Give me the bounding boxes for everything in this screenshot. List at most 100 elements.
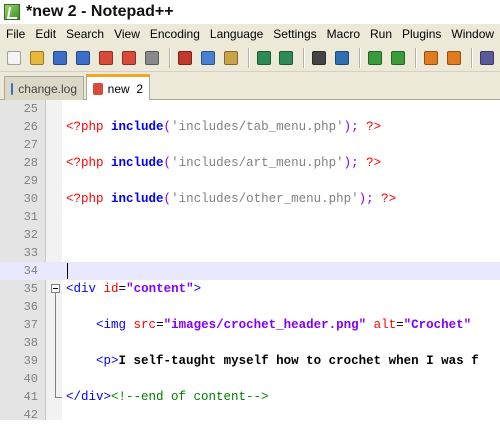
toolbar-separator	[168, 47, 171, 68]
save-all-button[interactable]	[73, 48, 93, 68]
undo-icon	[256, 50, 271, 65]
code-line[interactable]: 33	[0, 244, 500, 262]
toolbar-separator	[471, 47, 474, 68]
redo-icon	[279, 50, 294, 65]
tab-label: new 2	[107, 82, 143, 96]
toolbar-separator	[415, 47, 418, 68]
menu-bar: File Edit Search View Encoding Language …	[0, 24, 500, 44]
close-all-button[interactable]	[119, 48, 139, 68]
menu-window[interactable]: Window	[446, 24, 499, 44]
line-number: 31	[23, 210, 38, 224]
menu-view[interactable]: View	[109, 24, 145, 44]
toolbar-separator	[247, 47, 250, 68]
menu-edit[interactable]: Edit	[30, 24, 61, 44]
code-line[interactable]: 31	[0, 208, 500, 226]
line-number: 27	[23, 138, 38, 152]
code-line[interactable]: 27	[0, 136, 500, 154]
code-line[interactable]: 29	[0, 172, 500, 190]
tab-change-log[interactable]: change.log	[4, 76, 84, 100]
cut-icon	[177, 50, 192, 65]
print-button[interactable]	[142, 48, 162, 68]
code-text: <?php include('includes/art_menu.php'); …	[66, 156, 382, 170]
window-title: *new 2 - Notepad++	[26, 3, 174, 20]
line-number: 29	[23, 174, 38, 188]
line-number: 37	[23, 318, 38, 332]
line-number: 35	[23, 282, 38, 296]
wrap-icon	[480, 50, 495, 65]
wrap-button[interactable]	[477, 48, 497, 68]
sync-v-button[interactable]	[421, 48, 441, 68]
code-line[interactable]: 38	[0, 334, 500, 352]
menu-language[interactable]: Language	[205, 24, 268, 44]
line-number: 26	[23, 120, 38, 134]
code-line[interactable]: 39 <p>I self-taught myself how to croche…	[0, 352, 500, 370]
code-text: </div><!--end of content-->	[66, 390, 269, 404]
paste-icon	[223, 50, 238, 65]
line-number: 28	[23, 156, 38, 170]
code-line[interactable]: 42	[0, 406, 500, 424]
code-text: <?php include('includes/other_menu.php')…	[66, 192, 397, 206]
tab-new-2[interactable]: new 2	[86, 74, 150, 101]
close-all-icon	[121, 50, 136, 65]
tab-label: change.log	[18, 81, 77, 96]
fold-end-marker	[55, 397, 62, 398]
menu-settings[interactable]: Settings	[268, 24, 321, 44]
redo-button[interactable]	[276, 48, 296, 68]
toolbar-separator	[359, 47, 362, 68]
code-editor[interactable]: 25 26 <?php include('includes/tab_menu.php…	[0, 100, 500, 422]
code-line[interactable]: 34	[0, 262, 500, 280]
menu-plugins[interactable]: Plugins	[397, 24, 446, 44]
save-icon	[52, 50, 67, 65]
close-button[interactable]	[96, 48, 116, 68]
zoom-out-button[interactable]	[388, 48, 408, 68]
code-line[interactable]: 41 </div><!--end of content-->	[0, 388, 500, 406]
tab-bar: change.log new 2	[0, 72, 500, 101]
code-line[interactable]: 30 <?php include('includes/other_menu.php…	[0, 190, 500, 208]
zoom-in-button[interactable]	[365, 48, 385, 68]
zoom-out-icon	[391, 50, 406, 65]
sync-h-button[interactable]	[444, 48, 464, 68]
fold-guide-line	[55, 293, 56, 397]
code-line[interactable]: 25	[0, 100, 500, 118]
copy-icon	[200, 50, 215, 65]
sync-h-icon	[447, 50, 462, 65]
line-number: 39	[23, 354, 38, 368]
saved-file-icon	[11, 82, 14, 95]
new-file-button[interactable]	[4, 48, 24, 68]
code-text: <div id="content">	[66, 282, 202, 296]
open-file-button[interactable]	[27, 48, 47, 68]
fold-collapse-icon[interactable]	[51, 284, 60, 293]
line-number: 34	[23, 264, 38, 278]
copy-button[interactable]	[198, 48, 218, 68]
new-file-icon	[6, 50, 21, 65]
code-line[interactable]: 37 <img src="images/crochet_header.png" …	[0, 316, 500, 334]
toolbar	[0, 44, 500, 72]
line-number: 42	[23, 408, 38, 422]
code-line[interactable]: 40	[0, 370, 500, 388]
code-text: <p>I self-taught myself how to crochet w…	[96, 354, 479, 368]
save-all-icon	[75, 50, 90, 65]
undo-button[interactable]	[254, 48, 274, 68]
line-number: 40	[23, 372, 38, 386]
menu-encoding[interactable]: Encoding	[145, 24, 205, 44]
zoom-in-icon	[368, 50, 383, 65]
menu-file[interactable]: File	[0, 24, 30, 44]
replace-button[interactable]	[332, 48, 352, 68]
save-button[interactable]	[50, 48, 70, 68]
line-number: 41	[23, 390, 38, 404]
paste-button[interactable]	[221, 48, 241, 68]
menu-search[interactable]: Search	[61, 24, 109, 44]
open-file-icon	[29, 50, 44, 65]
cut-button[interactable]	[175, 48, 195, 68]
print-icon	[144, 50, 159, 65]
menu-macro[interactable]: Macro	[322, 24, 365, 44]
code-line[interactable]: 35 <div id="content">	[0, 280, 500, 298]
code-line[interactable]: 26 <?php include('includes/tab_menu.php')…	[0, 118, 500, 136]
code-line[interactable]: 36	[0, 298, 500, 316]
find-button[interactable]	[309, 48, 329, 68]
title-bar: *new 2 - Notepad++	[0, 0, 500, 24]
line-number: 25	[23, 102, 38, 116]
menu-run[interactable]: Run	[365, 24, 397, 44]
code-line[interactable]: 28 <?php include('includes/art_menu.php')…	[0, 154, 500, 172]
code-line[interactable]: 32	[0, 226, 500, 244]
